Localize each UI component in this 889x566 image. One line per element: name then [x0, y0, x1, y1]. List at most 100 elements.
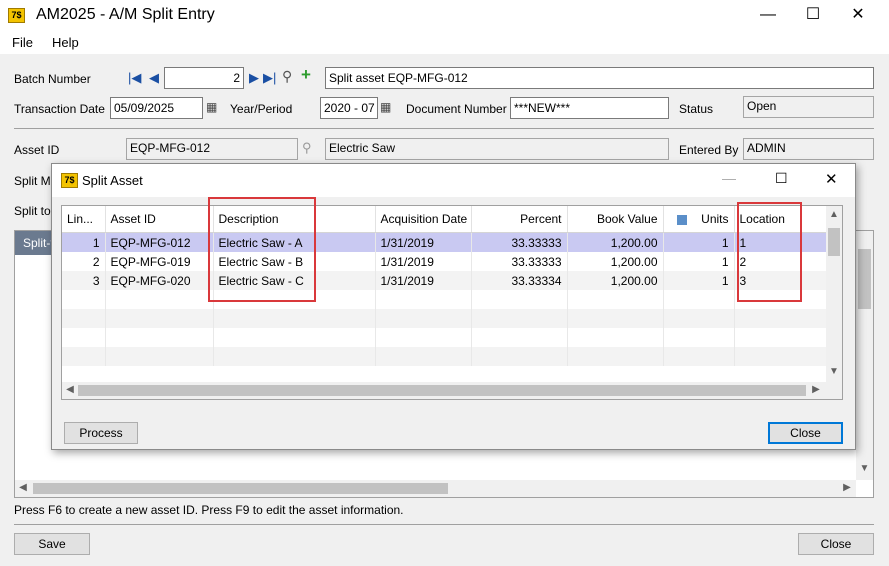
- col-book-value[interactable]: Book Value: [567, 206, 664, 233]
- dialog-title: Split Asset: [82, 173, 143, 188]
- cell-acquisition-date[interactable]: 1/31/2019: [375, 232, 472, 252]
- app-icon: 7$: [8, 8, 25, 23]
- hint-text: Press F6 to create a new asset ID. Press…: [14, 503, 404, 517]
- asset-lookup-icon[interactable]: ⚲: [302, 140, 312, 156]
- menu-file[interactable]: File: [12, 35, 33, 50]
- last-record-icon[interactable]: ▶|: [263, 70, 276, 86]
- col-units[interactable]: Units: [663, 206, 735, 233]
- table-row[interactable]: 3 EQP-MFG-020 Electric Saw - C 1/31/2019…: [62, 271, 827, 290]
- empty-row: [62, 290, 827, 309]
- batch-comment-input[interactable]: Split asset EQP-MFG-012: [325, 67, 874, 89]
- cell-asset-id[interactable]: EQP-MFG-019: [105, 252, 214, 271]
- col-acquisition-date[interactable]: Acquisition Date: [375, 206, 472, 233]
- asset-description-value: Electric Saw: [325, 138, 669, 160]
- col-percent[interactable]: Percent: [471, 206, 568, 233]
- table-row[interactable]: 2 EQP-MFG-019 Electric Saw - B 1/31/2019…: [62, 252, 827, 271]
- maximize-button[interactable]: ☐: [790, 0, 836, 32]
- grid-header-row: Lin... Asset ID Description Acquisition …: [62, 206, 827, 233]
- document-number-label: Document Number: [406, 102, 507, 116]
- minimize-button[interactable]: —: [745, 0, 791, 32]
- empty-row: [62, 309, 827, 328]
- add-icon[interactable]: +: [301, 65, 311, 85]
- scroll-left-arrow[interactable]: ◀: [17, 482, 29, 493]
- split-asset-grid[interactable]: Lin... Asset ID Description Acquisition …: [61, 205, 843, 400]
- cell-units[interactable]: 1: [663, 271, 735, 290]
- cell-book-value[interactable]: 1,200.00: [567, 232, 664, 252]
- h-scrollbar-thumb[interactable]: [33, 483, 448, 494]
- batch-number-input[interactable]: 2: [164, 67, 244, 89]
- transaction-date-label: Transaction Date: [14, 102, 105, 116]
- dialog-title-bar: 7$ Split Asset — ☐ ✕: [52, 164, 855, 197]
- cell-units[interactable]: 1: [663, 232, 735, 252]
- first-record-icon[interactable]: |◀: [128, 70, 141, 86]
- menu-bar: File Help: [0, 32, 889, 54]
- menu-help[interactable]: Help: [52, 35, 79, 50]
- transaction-date-input[interactable]: 05/09/2025: [110, 97, 203, 119]
- cell-asset-id[interactable]: EQP-MFG-020: [105, 271, 214, 290]
- dialog-scroll-down-arrow[interactable]: ▼: [826, 366, 842, 377]
- split-to-label: Split to: [14, 204, 51, 218]
- lookup-icon[interactable]: ⚲: [282, 68, 292, 85]
- cell-book-value[interactable]: 1,200.00: [567, 252, 664, 271]
- entered-by-value: ADMIN: [743, 138, 874, 160]
- cell-percent[interactable]: 33.33333: [471, 232, 568, 252]
- footer-divider: [14, 524, 874, 525]
- dialog-horizontal-scrollbar[interactable]: ◀ ▶: [62, 382, 842, 399]
- close-button[interactable]: Close: [798, 533, 874, 555]
- close-window-button[interactable]: ✕: [835, 0, 881, 32]
- document-number-input[interactable]: ***NEW***: [510, 97, 669, 119]
- dialog-scroll-right-arrow[interactable]: ▶: [810, 384, 822, 395]
- year-period-label: Year/Period: [230, 102, 293, 116]
- cell-line: 2: [62, 252, 106, 271]
- empty-row: [62, 328, 827, 347]
- dialog-h-scrollbar-thumb[interactable]: [78, 385, 806, 396]
- cell-percent[interactable]: 33.33333: [471, 252, 568, 271]
- cell-line: 1: [62, 232, 106, 252]
- status-value: Open: [743, 96, 874, 118]
- divider: [14, 128, 874, 129]
- entered-by-label: Entered By: [679, 143, 739, 157]
- dialog-scroll-up-arrow[interactable]: ▲: [826, 209, 842, 220]
- dialog-minimize-button[interactable]: —: [722, 170, 736, 186]
- dialog-close-button[interactable]: Close: [768, 422, 843, 444]
- process-button[interactable]: Process: [64, 422, 138, 444]
- period-calendar-icon[interactable]: ▦: [380, 100, 391, 114]
- next-record-icon[interactable]: ▶: [249, 70, 259, 86]
- location-highlight-box: [737, 202, 802, 302]
- cell-book-value[interactable]: 1,200.00: [567, 271, 664, 290]
- title-bar: 7$ AM2025 - A/M Split Entry — ☐ ✕: [0, 0, 889, 32]
- column-settings-icon[interactable]: [677, 214, 688, 225]
- col-asset-id[interactable]: Asset ID: [105, 206, 214, 233]
- asset-id-value[interactable]: EQP-MFG-012: [126, 138, 298, 160]
- horizontal-scrollbar[interactable]: ◀ ▶: [15, 480, 856, 497]
- dialog-scroll-left-arrow[interactable]: ◀: [64, 384, 76, 395]
- description-highlight-box: [208, 197, 316, 302]
- cell-units[interactable]: 1: [663, 252, 735, 271]
- dialog-close-icon[interactable]: ✕: [825, 170, 838, 188]
- year-period-input[interactable]: 2020 - 07: [320, 97, 378, 119]
- cell-acquisition-date[interactable]: 1/31/2019: [375, 252, 472, 271]
- cell-asset-id[interactable]: EQP-MFG-012: [105, 232, 214, 252]
- cell-line: 3: [62, 271, 106, 290]
- dialog-vertical-scrollbar[interactable]: ▲ ▼: [826, 206, 842, 382]
- batch-number-label: Batch Number: [14, 72, 91, 86]
- cell-acquisition-date[interactable]: 1/31/2019: [375, 271, 472, 290]
- col-units-label: Units: [701, 212, 729, 226]
- save-button[interactable]: Save: [14, 533, 90, 555]
- asset-id-label: Asset ID: [14, 143, 60, 157]
- col-line[interactable]: Lin...: [62, 206, 106, 233]
- cell-percent[interactable]: 33.33334: [471, 271, 568, 290]
- scroll-down-arrow[interactable]: ▼: [856, 463, 873, 474]
- calendar-icon[interactable]: ▦: [206, 100, 217, 114]
- status-label: Status: [679, 102, 714, 116]
- empty-row: [62, 347, 827, 366]
- dialog-app-icon: 7$: [61, 173, 78, 188]
- dialog-scrollbar-thumb[interactable]: [828, 228, 840, 256]
- vertical-scrollbar[interactable]: ▼: [856, 231, 873, 480]
- scroll-right-arrow[interactable]: ▶: [841, 482, 853, 493]
- dialog-maximize-button[interactable]: ☐: [775, 170, 788, 187]
- window-title: AM2025 - A/M Split Entry: [36, 6, 215, 23]
- table-row[interactable]: 1 EQP-MFG-012 Electric Saw - A 1/31/2019…: [62, 232, 827, 252]
- previous-record-icon[interactable]: ◀: [149, 70, 159, 86]
- scrollbar-thumb[interactable]: [858, 249, 871, 309]
